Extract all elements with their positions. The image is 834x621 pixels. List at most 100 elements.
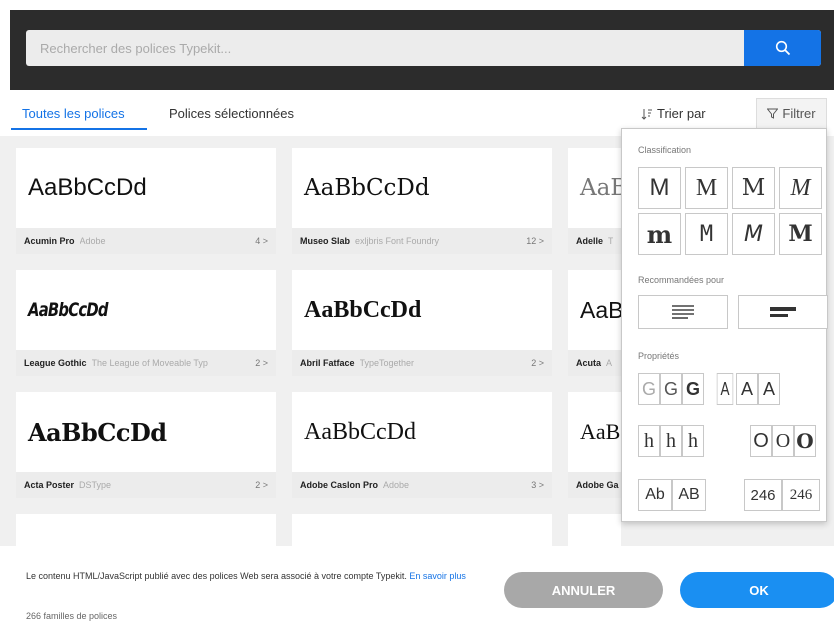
font-card[interactable]: AaBbCcDd Abril Fatface TypeTogether 2 > — [292, 270, 552, 376]
font-card-footer: Adobe Ga — [568, 472, 621, 498]
xheight-low-option[interactable]: h — [638, 425, 660, 457]
font-card-footer: Museo Slab exljbris Font Foundry 12 > — [292, 228, 552, 254]
font-name: Adelle — [576, 236, 604, 246]
font-sample: AaB — [580, 419, 621, 444]
font-name: Abril Fatface — [300, 358, 355, 368]
search-icon — [775, 40, 790, 56]
font-sample: AaBbCcDd — [304, 175, 430, 201]
tab-all-fonts[interactable]: Toutes les polices — [22, 106, 125, 121]
font-card-footer: Acumin Pro Adobe 4 > — [16, 228, 276, 254]
font-card[interactable]: AaB Adobe Ga — [568, 392, 621, 498]
learn-more-link[interactable]: En savoir plus — [409, 571, 466, 581]
font-name: Acumin Pro — [24, 236, 75, 246]
classification-sans-serif[interactable]: M — [638, 167, 681, 209]
sort-icon — [641, 108, 652, 120]
font-card-footer: Adelle T — [568, 228, 621, 254]
classification-slab-serif[interactable]: M — [732, 167, 775, 209]
font-foundry: A — [606, 358, 613, 368]
active-tab-indicator — [11, 128, 147, 130]
font-sample: AaB — [580, 296, 624, 323]
font-card[interactable] — [16, 514, 276, 546]
width-wide-option[interactable]: A — [758, 373, 780, 405]
font-card[interactable] — [568, 514, 621, 546]
cancel-button[interactable]: ANNULER — [504, 572, 663, 608]
variant-count[interactable]: 2 > — [255, 480, 268, 490]
font-sample: AaBbCcDd — [304, 296, 422, 323]
recommended-label: Recommandées pour — [638, 275, 725, 285]
font-foundry: exljbris Font Foundry — [355, 236, 440, 246]
font-card-footer: Abril Fatface TypeTogether 2 > — [292, 350, 552, 376]
font-name: Acuta — [576, 358, 602, 368]
font-name: Adobe Caslon Pro — [300, 480, 379, 490]
classification-script[interactable]: M — [779, 167, 822, 209]
font-card[interactable]: AaBbCcDd Acta Poster DSType 2 > — [16, 392, 276, 498]
font-sample: AaBbCcDd — [304, 418, 416, 445]
contrast-regular-option[interactable]: O — [772, 425, 794, 457]
xheight-regular-option[interactable]: h — [660, 425, 682, 457]
case-caps-option[interactable]: AB — [672, 479, 706, 511]
classification-monospaced[interactable]: M — [685, 213, 728, 255]
weight-light-option[interactable]: G — [638, 373, 660, 405]
filter-panel: Classification M M M M m M M M Recommand… — [621, 128, 828, 522]
font-foundry: DSType — [79, 480, 112, 490]
font-card[interactable]: AaBbCcDd Museo Slab exljbris Font Foundr… — [292, 148, 552, 254]
font-foundry: T — [608, 236, 613, 246]
sort-label: Trier par — [657, 106, 706, 121]
font-foundry: Adobe — [79, 236, 106, 246]
classification-blackletter[interactable]: m — [638, 213, 681, 255]
variant-count[interactable]: 4 > — [255, 236, 268, 246]
filter-label: Filtrer — [782, 106, 816, 121]
numerals-oldstyle-option[interactable]: 246 — [782, 479, 820, 511]
font-sample: AaBbCcDd — [28, 174, 147, 201]
font-card[interactable]: AaBbCcDd Adobe Caslon Pro Adobe 3 > — [292, 392, 552, 498]
font-card[interactable] — [292, 514, 552, 546]
heading-icon — [770, 307, 796, 317]
header — [0, 0, 834, 90]
font-card-footer: Acuta A — [568, 350, 621, 376]
publish-notice: Le contenu HTML/JavaScript publié avec d… — [26, 570, 466, 583]
font-foundry: Adobe — [383, 480, 410, 490]
font-card-footer: Acta Poster DSType 2 > — [16, 472, 276, 498]
font-sample: AaBbCcDd — [28, 417, 167, 447]
variant-count[interactable]: 2 > — [531, 358, 544, 368]
numerals-lining-option[interactable]: 246 — [744, 479, 782, 511]
search-box — [26, 30, 821, 66]
ok-button[interactable]: OK — [680, 572, 834, 608]
font-name: League Gothic — [24, 358, 87, 368]
classification-serif[interactable]: M — [685, 167, 728, 209]
font-card-footer: Adobe Caslon Pro Adobe 3 > — [292, 472, 552, 498]
font-card[interactable]: AaBbCcDd Acumin Pro Adobe 4 > — [16, 148, 276, 254]
variant-count[interactable]: 2 > — [255, 358, 268, 368]
properties-label: Propriétés — [638, 351, 680, 361]
case-mixed-option[interactable]: Ab — [638, 479, 672, 511]
classification-decorative[interactable]: M — [779, 213, 822, 255]
search-button[interactable] — [744, 30, 821, 66]
xheight-high-option[interactable]: h — [682, 425, 704, 457]
width-normal-option[interactable]: A — [736, 373, 758, 405]
font-card[interactable]: AaBbCcDd League Gothic The League of Mov… — [16, 270, 276, 376]
font-name: Acta Poster — [24, 480, 75, 490]
variant-count[interactable]: 3 > — [531, 480, 544, 490]
paragraph-icon — [672, 305, 694, 319]
font-foundry: TypeTogether — [359, 358, 415, 368]
font-card[interactable]: AaB Acuta A — [568, 270, 624, 376]
contrast-high-option[interactable]: O — [794, 425, 816, 457]
sort-button[interactable]: Trier par — [641, 106, 706, 121]
publish-notice-text: Le contenu HTML/JavaScript publié avec d… — [26, 571, 407, 581]
weight-regular-option[interactable]: G — [660, 373, 682, 405]
search-input[interactable] — [26, 30, 744, 66]
classification-label: Classification — [638, 145, 692, 155]
width-condensed-option[interactable]: A — [716, 373, 734, 405]
filter-button[interactable]: Filtrer — [756, 98, 827, 128]
font-name: Adobe Ga — [576, 480, 619, 490]
variant-count[interactable]: 12 > — [526, 236, 544, 246]
contrast-low-option[interactable]: O — [750, 425, 772, 457]
filter-icon — [767, 108, 779, 119]
recommended-heading-button[interactable] — [738, 295, 828, 329]
weight-bold-option[interactable]: G — [682, 373, 704, 405]
font-card[interactable]: AaB Adelle T — [568, 148, 627, 254]
recommended-paragraph-button[interactable] — [638, 295, 728, 329]
classification-handwritten[interactable]: M — [732, 213, 775, 255]
font-foundry: The League of Moveable Typ — [91, 358, 208, 368]
tab-selected-fonts[interactable]: Polices sélectionnées — [169, 106, 294, 121]
